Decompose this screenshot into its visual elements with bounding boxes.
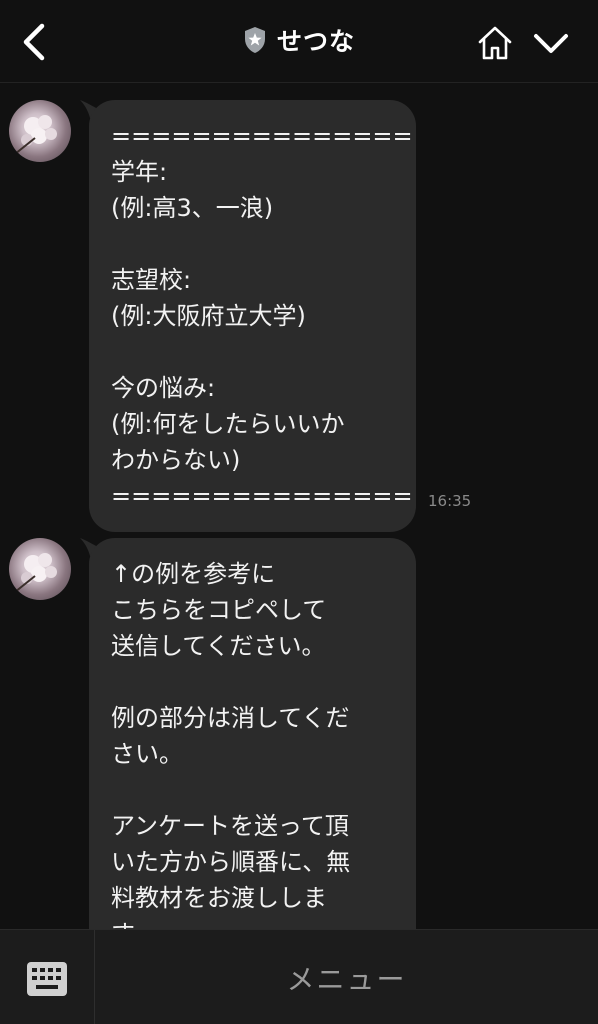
message-line: 送信してください。 [111, 632, 326, 660]
message-line: (例:高3、一浪) [111, 194, 274, 222]
cherry-blossom-icon [14, 115, 57, 155]
avatar[interactable] [9, 538, 71, 600]
message-item: =============== 学年: (例:高3、一浪) 志望校: (例:大阪… [0, 98, 598, 532]
shield-star-icon [244, 27, 265, 53]
message-line [111, 664, 394, 700]
message-line: さい。 [111, 740, 183, 768]
keyboard-button[interactable] [0, 930, 95, 1024]
cherry-blossom-icon [14, 553, 57, 593]
message-timestamp: 16:35 [428, 492, 472, 510]
message-line: (例:何をしたらいいか [111, 410, 345, 438]
home-button[interactable] [476, 24, 514, 62]
page-title: せつな [276, 27, 355, 56]
avatar[interactable] [9, 100, 71, 162]
message-line [111, 772, 394, 808]
chevron-down-icon [534, 34, 568, 53]
message-line: 料教材をお渡ししま [111, 884, 327, 912]
message-line: 今の悩み: [111, 374, 216, 402]
message-line: =============== [111, 482, 413, 510]
message-line: アンケートを送って頂 [111, 812, 349, 840]
message-line [111, 226, 394, 262]
message-line: (例:大阪府立大学) [111, 302, 306, 330]
chat-header: せつな [0, 0, 598, 83]
message-line: 例の部分は消してくだ [111, 704, 350, 732]
message-bubble[interactable]: =============== 学年: (例:高3、一浪) 志望校: (例:大阪… [89, 100, 416, 532]
message-line: 学年: [111, 158, 168, 186]
bottom-bar: メニュー [0, 929, 598, 1024]
keyboard-icon [27, 962, 67, 996]
chat-screen: せつな =============== 学年: (例:高3、一浪) 志望校: (… [0, 0, 598, 1024]
expand-menu-button[interactable] [532, 28, 570, 58]
message-line: 志望校: [111, 266, 192, 294]
message-item: ↑の例を参考に こちらをコピペして 送信してください。 例の部分は消してくだ さ… [0, 536, 598, 970]
menu-button[interactable]: メニュー [95, 930, 598, 1024]
message-bubble[interactable]: ↑の例を参考に こちらをコピペして 送信してください。 例の部分は消してくだ さ… [89, 538, 416, 970]
message-line [111, 334, 394, 370]
home-icon [478, 26, 512, 60]
message-line: =============== [111, 122, 413, 150]
message-line: いた方から順番に、無 [111, 848, 351, 876]
message-line: ↑の例を参考に [111, 560, 276, 588]
message-line: わからない) [111, 446, 241, 474]
message-line: こちらをコピペして [111, 596, 327, 624]
